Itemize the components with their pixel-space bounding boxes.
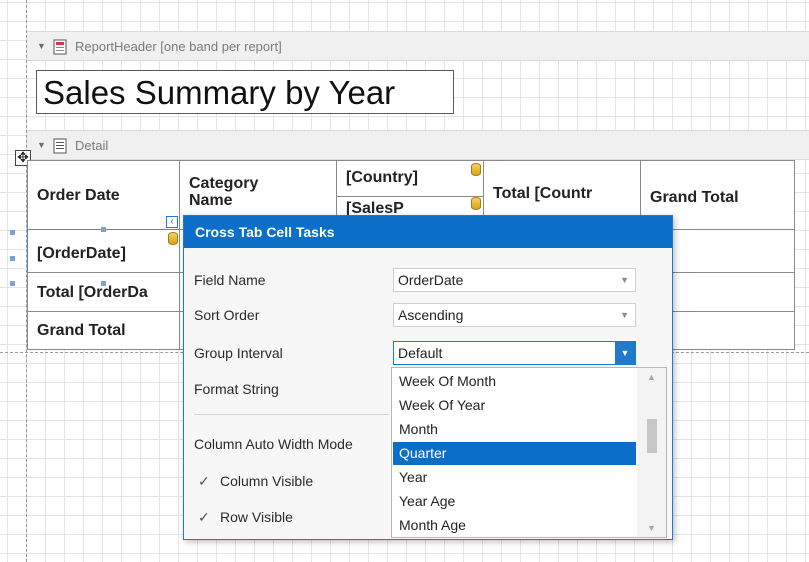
sort-order-value: Ascending: [398, 307, 464, 323]
detail-band-label: Detail: [75, 137, 109, 153]
panel-divider: [194, 414, 389, 415]
field-name-label: Field Name: [194, 272, 266, 288]
column-auto-width-mode-label: Column Auto Width Mode: [194, 436, 353, 452]
field-name-combo[interactable]: OrderDate ▼: [393, 268, 636, 292]
report-header-band[interactable]: ▼ ReportHeader [one band per report]: [27, 31, 809, 61]
format-string-label: Format String: [194, 381, 279, 397]
category-name-header-text: Category Name: [189, 175, 259, 209]
detail-band-icon: [53, 138, 67, 153]
field-binding-icon: [471, 197, 481, 210]
chevron-down-icon[interactable]: ▼: [615, 342, 635, 364]
detail-band[interactable]: ▼ Detail: [27, 130, 809, 160]
column-visible-checkbox[interactable]: ✓: [198, 474, 212, 488]
smart-tag-icon[interactable]: ‹: [166, 216, 178, 228]
dropdown-option[interactable]: Week Of Year: [393, 394, 636, 417]
group-interval-combo[interactable]: Default ▼: [393, 341, 636, 365]
dropdown-option-selected[interactable]: Quarter: [393, 442, 636, 465]
sort-order-combo[interactable]: Ascending ▼: [393, 303, 636, 327]
field-binding-icon: [471, 163, 481, 176]
grand-total-row-cell[interactable]: Grand Total: [27, 311, 180, 350]
sort-order-label: Sort Order: [194, 307, 260, 323]
scroll-thumb[interactable]: [647, 419, 657, 453]
order-date-field-cell[interactable]: [OrderDate]: [27, 229, 180, 273]
row-visible-label: Row Visible: [220, 509, 293, 525]
row-visible-checkbox[interactable]: ✓: [198, 510, 212, 524]
total-order-date-cell[interactable]: Total [OrderDa: [27, 272, 180, 312]
dropdown-option[interactable]: Week Of Month: [393, 370, 636, 393]
country-header-cell[interactable]: [Country]: [336, 160, 484, 197]
dropdown-option[interactable]: Year: [393, 466, 636, 489]
chevron-down-icon[interactable]: ▼: [620, 269, 629, 291]
dropdown-option[interactable]: Year Age: [393, 490, 636, 513]
selection-handle[interactable]: [10, 230, 15, 235]
report-title[interactable]: Sales Summary by Year: [36, 70, 454, 114]
panel-title: Cross Tab Cell Tasks: [184, 216, 672, 248]
scroll-up-icon[interactable]: ▲: [637, 372, 666, 382]
collapse-arrow-icon[interactable]: ▼: [37, 41, 51, 51]
selection-handle[interactable]: [101, 227, 106, 232]
dropdown-scrollbar[interactable]: ▲ ▼: [637, 368, 666, 537]
report-header-label: ReportHeader [one band per report]: [75, 38, 282, 54]
selection-handle[interactable]: [10, 281, 15, 286]
selection-handle[interactable]: [10, 256, 15, 261]
group-interval-label: Group Interval: [194, 345, 283, 361]
group-interval-dropdown[interactable]: Week Of Month Week Of Year Month Quarter…: [391, 367, 667, 538]
selection-handle[interactable]: [101, 281, 106, 286]
dropdown-option[interactable]: Month Age: [393, 514, 636, 537]
dropdown-option[interactable]: Month: [393, 418, 636, 441]
group-interval-value: Default: [398, 345, 443, 361]
field-binding-icon: [168, 232, 178, 245]
order-date-header-cell[interactable]: Order Date: [27, 160, 180, 230]
collapse-arrow-icon[interactable]: ▼: [37, 140, 51, 150]
chevron-down-icon[interactable]: ▼: [620, 304, 629, 326]
scroll-down-icon[interactable]: ▼: [637, 523, 666, 533]
report-header-icon: [53, 39, 67, 54]
column-visible-label: Column Visible: [220, 473, 314, 489]
field-name-value: OrderDate: [398, 272, 464, 288]
